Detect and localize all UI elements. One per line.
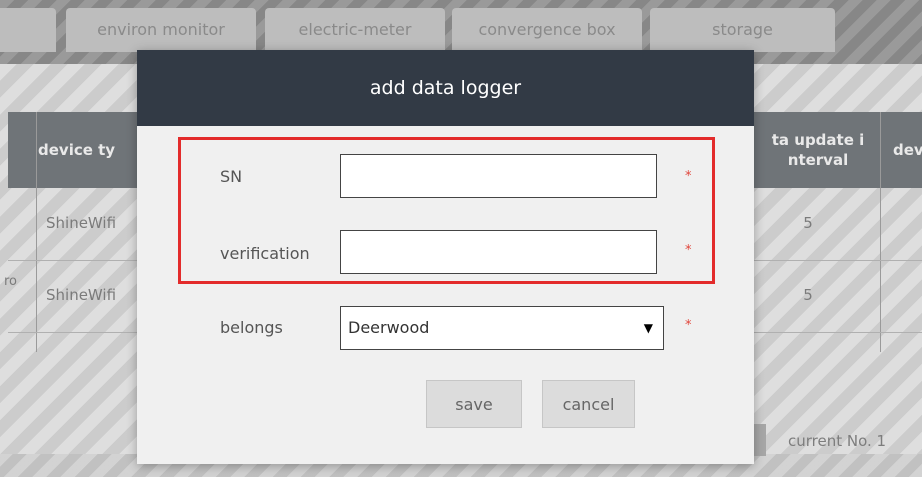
- dialog-title: add data logger: [137, 50, 754, 126]
- verification-input[interactable]: [340, 230, 657, 274]
- required-marker: *: [685, 169, 692, 184]
- tab-environ-monitor[interactable]: environ monitor: [66, 8, 256, 52]
- save-button[interactable]: save: [426, 380, 522, 428]
- verification-label: verification: [220, 244, 310, 263]
- add-data-logger-dialog: add data logger SN * verification * belo…: [137, 50, 754, 464]
- row-edge-text: ro: [4, 274, 18, 289]
- belongs-select[interactable]: Deerwood ▼: [340, 306, 664, 350]
- belongs-label: belongs: [220, 318, 283, 337]
- dropdown-arrow-icon: ▼: [643, 321, 653, 335]
- required-marker: *: [685, 318, 692, 333]
- required-marker: *: [685, 243, 692, 258]
- tab-convergence-box[interactable]: convergence box: [452, 8, 642, 52]
- device-type-cell: ShineWifi: [46, 214, 117, 232]
- pager-current-page: current No. 1: [788, 432, 887, 450]
- update-interval-cell: 5: [803, 214, 813, 232]
- tab-electric-meter[interactable]: electric-meter: [265, 8, 445, 52]
- tab-storage[interactable]: storage: [650, 8, 835, 52]
- update-interval-cell: 5: [803, 286, 813, 304]
- pager-button[interactable]: [754, 424, 766, 456]
- sn-label: SN: [220, 167, 243, 186]
- header-update-interval: ta update i nterval: [771, 131, 865, 169]
- header-dev: dev: [893, 141, 922, 159]
- cancel-button[interactable]: cancel: [542, 380, 635, 428]
- belongs-selected-value: Deerwood: [348, 318, 430, 337]
- device-type-cell: ShineWifi: [46, 286, 117, 304]
- tab-previous[interactable]: [0, 8, 56, 52]
- sn-input[interactable]: [340, 154, 657, 198]
